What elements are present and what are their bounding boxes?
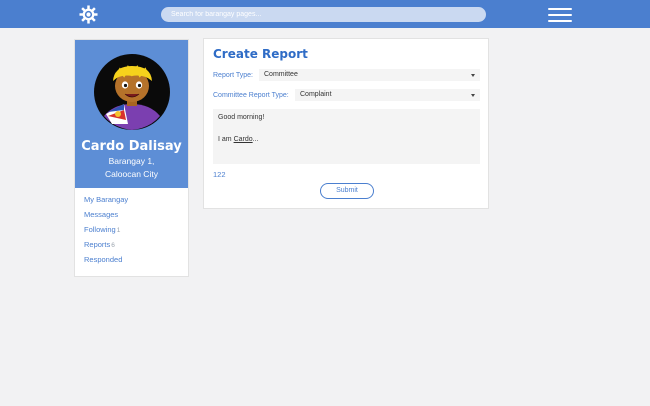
report-type-select[interactable]: Committee <box>259 69 480 81</box>
reports-count-badge: 6 <box>111 242 115 249</box>
report-message-textarea[interactable]: Good morning! I am Cardo... <box>213 109 480 164</box>
nav-item-following[interactable]: Following1 <box>84 225 128 240</box>
page-title: Create Report <box>213 47 308 61</box>
profile-nav: My Barangay Messages Following1 Reports6… <box>84 195 128 270</box>
search-input[interactable] <box>161 7 486 22</box>
chevron-down-icon <box>471 94 475 97</box>
message-line2: I am Cardo... <box>218 136 259 143</box>
nav-item-label: My Barangay <box>84 195 129 204</box>
nav-item-messages[interactable]: Messages <box>84 210 128 225</box>
nav-item-label: Following <box>84 225 116 234</box>
nav-item-reports[interactable]: Reports6 <box>84 240 128 255</box>
avatar <box>94 54 170 130</box>
chevron-down-icon <box>471 74 475 77</box>
message-name: Cardo <box>233 136 253 143</box>
create-report-card: Create Report Report Type: Committee Com… <box>203 38 489 209</box>
committee-report-type-select[interactable]: Complaint <box>295 89 480 101</box>
profile-name: Cardo Dalisay <box>81 139 182 154</box>
profile-card: Cardo Dalisay Barangay 1, Caloocan City … <box>74 39 189 277</box>
message-line1: Good morning! <box>218 114 265 121</box>
profile-location: Barangay 1, Caloocan City <box>75 155 188 181</box>
following-count-badge: 1 <box>116 227 121 234</box>
nav-item-label: Messages <box>84 210 119 219</box>
committee-report-type-label: Committee Report Type: <box>213 92 289 99</box>
hamburger-menu-icon[interactable] <box>548 8 572 22</box>
profile-header: Cardo Dalisay Barangay 1, Caloocan City <box>75 40 188 188</box>
profile-location-line1: Barangay 1, <box>108 156 155 166</box>
submit-button[interactable]: Submit <box>320 183 374 199</box>
committee-report-type-value: Complaint <box>300 91 332 98</box>
nav-item-responded[interactable]: Responded <box>84 255 128 270</box>
nav-item-label: Responded <box>84 255 123 264</box>
nav-item-label: Reports <box>84 240 111 249</box>
character-count: 122 <box>213 170 226 179</box>
gear-logo-icon[interactable] <box>79 5 98 24</box>
report-type-label: Report Type: <box>213 72 253 79</box>
top-navbar <box>0 0 650 28</box>
profile-location-line2: Caloocan City <box>105 169 158 179</box>
nav-item-my-barangay[interactable]: My Barangay <box>84 195 128 210</box>
report-type-value: Committee <box>264 71 298 78</box>
